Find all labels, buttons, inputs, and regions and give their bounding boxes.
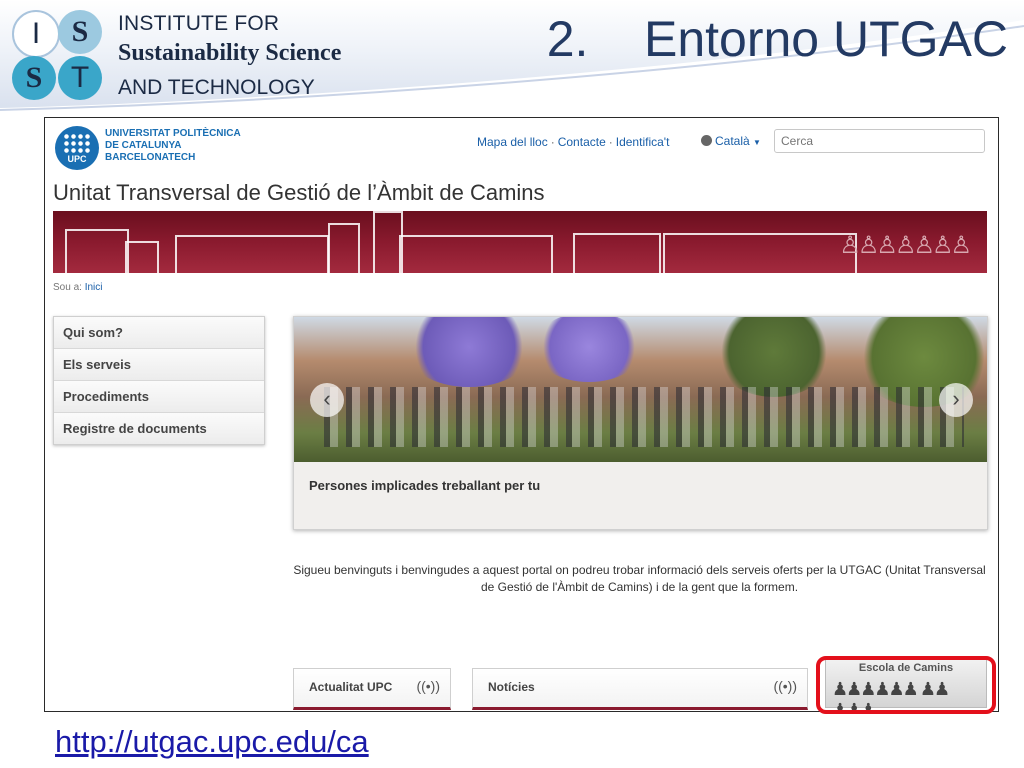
globe-icon — [701, 135, 712, 146]
side-navigation: Qui som? Els serveis Procediments Regist… — [53, 316, 265, 445]
breadcrumb-home-link[interactable]: Inici — [85, 282, 103, 293]
link-contact[interactable]: Contacte — [558, 135, 606, 149]
link-site-map[interactable]: Mapa del lloc — [477, 135, 548, 149]
upc-logo[interactable]: UPC — [55, 126, 99, 170]
logo-line-1: INSTITUTE FOR — [118, 12, 280, 35]
jacaranda-tree — [404, 317, 534, 387]
banner-building-outline — [573, 233, 661, 273]
website-screenshot: UPC UNIVERSITAT POLITÈCNICA DE CATALUNYA… — [44, 117, 999, 712]
logo-letter-s1: S — [58, 10, 102, 54]
language-label: Català — [715, 134, 750, 148]
banner-building-outline — [65, 229, 129, 273]
search-input[interactable] — [774, 129, 985, 153]
crowd-of-people — [324, 387, 964, 447]
green-tree — [714, 317, 834, 397]
nav-item-services[interactable]: Els serveis — [54, 349, 264, 381]
slide-title: 2. Entorno UTGAC — [546, 11, 1008, 67]
language-selector[interactable]: Català ▼ — [701, 134, 761, 148]
university-name[interactable]: UNIVERSITAT POLITÈCNICA DE CATALUNYA BAR… — [105, 128, 241, 164]
header-banner: ♙♙♙♙♙♙♙ — [53, 211, 987, 273]
separator: · — [550, 135, 555, 149]
nav-item-documents[interactable]: Registre de documents — [54, 413, 264, 444]
breadcrumb-prefix: Sou a: — [53, 282, 82, 293]
image-carousel: ‹ › Persones implicades treballant per t… — [293, 316, 988, 530]
rss-icon[interactable]: ((•)) — [773, 678, 797, 694]
box-label: Actualitat UPC — [309, 680, 393, 694]
logo-letter-i: I — [12, 10, 60, 58]
separator: · — [608, 135, 613, 149]
banner-building-outline — [328, 223, 360, 273]
box-label: Notícies — [488, 680, 535, 694]
carousel-next-button[interactable]: › — [939, 383, 973, 417]
banner-building-outline — [125, 241, 159, 273]
logo-letter-t: T — [58, 56, 102, 100]
site-url-link[interactable]: http://utgac.upc.edu/ca — [55, 724, 369, 760]
welcome-text: Sigueu benvinguts i benvingudes a aquest… — [293, 563, 986, 594]
university-line-3: BARCELONATECH — [105, 152, 196, 163]
highlight-circle — [816, 656, 996, 714]
university-line-2: DE CATALUNYA — [105, 140, 182, 151]
carousel-caption: Persones implicades treballant per tu — [294, 462, 987, 529]
box-actualitat-upc[interactable]: Actualitat UPC ((•)) — [293, 668, 451, 710]
caption-text: Persones implicades treballant per tu — [309, 478, 541, 493]
caret-down-icon: ▼ — [753, 138, 761, 147]
link-login[interactable]: Identifica't — [616, 135, 670, 149]
banner-building-outline — [399, 235, 553, 273]
jacaranda-tree — [534, 317, 644, 382]
banner-building-outline — [175, 235, 329, 273]
nav-item-procedures[interactable]: Procediments — [54, 381, 264, 413]
site-title[interactable]: Unitat Transversal de Gestió de l’Àmbit … — [53, 180, 545, 206]
box-noticies[interactable]: Notícies ((•)) — [472, 668, 808, 710]
banner-building-outline — [663, 233, 857, 273]
logo-line-2: Sustainability Science — [118, 40, 342, 66]
nav-item-about[interactable]: Qui som? — [54, 317, 264, 349]
top-links: Mapa del lloc · Contacte · Identifica't — [477, 135, 669, 149]
breadcrumb: Sou a: Inici — [53, 282, 103, 293]
university-line-1: UNIVERSITAT POLITÈCNICA — [105, 128, 241, 139]
logo-letter-s2: S — [12, 56, 56, 100]
campus-photo: ‹ › — [294, 317, 987, 462]
logo-line-3: AND TECHNOLOGY — [118, 76, 315, 99]
rss-icon[interactable]: ((•)) — [416, 678, 440, 694]
people-silhouettes-icon: ♙♙♙♙♙♙♙ — [839, 232, 972, 259]
carousel-prev-button[interactable]: ‹ — [310, 383, 344, 417]
upc-logo-dots — [63, 133, 91, 153]
upc-logo-text: UPC — [67, 154, 87, 164]
